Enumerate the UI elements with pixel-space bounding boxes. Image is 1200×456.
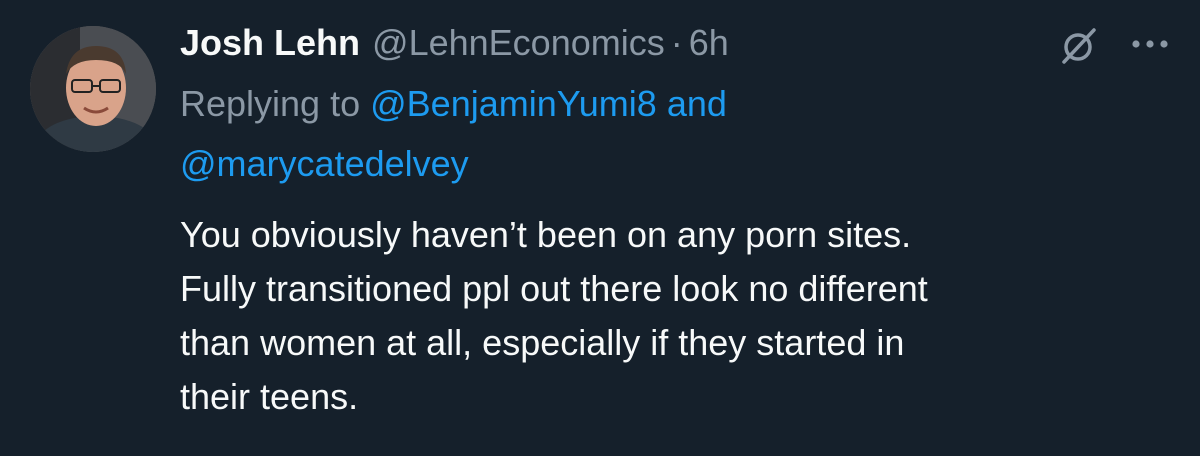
avatar-photo-icon: [30, 26, 156, 152]
mention-and[interactable]: and: [667, 83, 727, 124]
avatar[interactable]: [30, 26, 156, 152]
mention-link-1[interactable]: @BenjaminYumi8: [370, 83, 657, 124]
user-handle[interactable]: @LehnEconomics: [372, 18, 665, 68]
tweet-text: You obviously haven’t been on any porn s…: [180, 208, 1140, 424]
tweet-header: Josh Lehn @LehnEconomics · 6h: [180, 18, 1160, 68]
tweet-text-line: You obviously haven’t been on any porn s…: [180, 214, 912, 255]
tweet-content: Josh Lehn @LehnEconomics · 6h Replying t…: [180, 18, 1160, 424]
timestamp[interactable]: 6h: [689, 18, 729, 68]
grok-icon[interactable]: [1058, 26, 1098, 66]
replying-to: Replying to @BenjaminYumi8 and @marycate…: [180, 74, 1160, 194]
replying-prefix: Replying to: [180, 83, 361, 124]
separator-dot: ·: [670, 22, 683, 63]
display-name[interactable]: Josh Lehn: [180, 18, 360, 68]
more-icon[interactable]: [1128, 30, 1172, 58]
tweet[interactable]: Josh Lehn @LehnEconomics · 6h Replying t…: [0, 0, 1200, 456]
mention-link-2[interactable]: @marycatedelvey: [180, 143, 469, 184]
tweet-text-line: than women at all, especially if they st…: [180, 322, 905, 363]
tweet-text-line: their teens.: [180, 376, 359, 417]
tweet-text-line: Fully transitioned ppl out there look no…: [180, 268, 928, 309]
